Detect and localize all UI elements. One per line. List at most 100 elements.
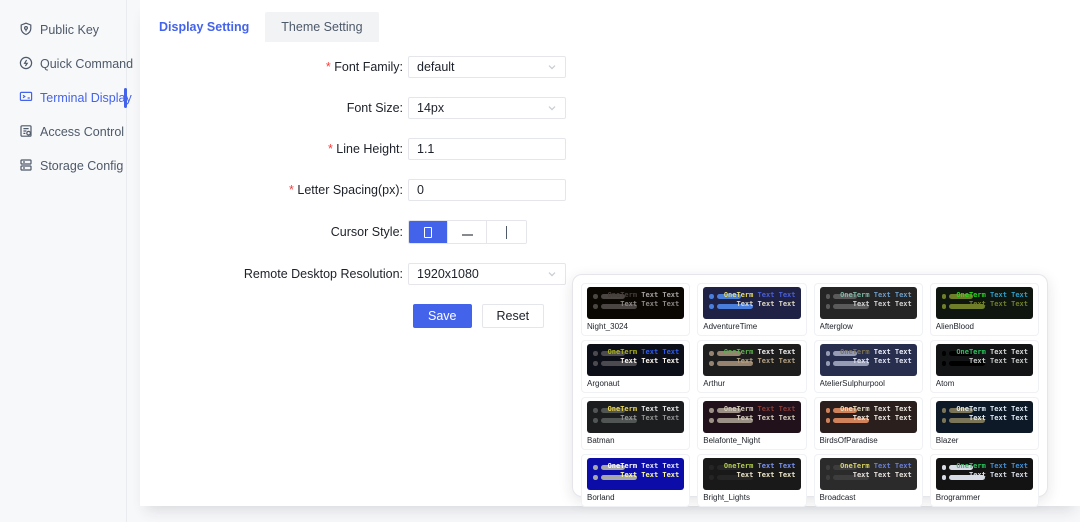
preview-bullet: [942, 294, 947, 299]
save-button[interactable]: Save: [413, 304, 472, 328]
theme-preview: OneTerm Text Text Text Text Text: [820, 287, 917, 319]
letter-spacing-row: Letter Spacing(px):: [140, 179, 1080, 201]
sidebar-item-quick-command[interactable]: Quick Command: [0, 47, 126, 81]
theme-preview: OneTerm Text Text Text Text Text: [587, 344, 684, 376]
preview-bullet: [593, 361, 598, 366]
font-size-select[interactable]: 14px: [408, 97, 566, 119]
preview-text: OneTerm Text Text Text Text Text: [724, 405, 796, 423]
theme-tile[interactable]: OneTerm Text Text Text Text Text Bright_…: [697, 454, 806, 507]
preview-bullet: [826, 304, 831, 309]
preview-bullet: [826, 408, 831, 413]
preview-text: OneTerm Text Text Text Text Text: [608, 291, 680, 309]
preview-text: OneTerm Text Text Text Text Text: [956, 291, 1028, 309]
line-height-input[interactable]: [408, 138, 566, 160]
chevron-down-icon: [547, 62, 557, 72]
line-height-row: Line Height:: [140, 138, 1080, 160]
theme-name: AtelierSulphurpool: [820, 379, 917, 389]
theme-tile[interactable]: OneTerm Text Text Text Text Text Brogram…: [930, 454, 1039, 507]
theme-name: Batman: [587, 436, 684, 446]
preview-bullet: [709, 465, 714, 470]
preview-bullet: [826, 294, 831, 299]
cursor-style-group: [408, 220, 527, 244]
font-family-select[interactable]: default: [408, 56, 566, 78]
preview-text: OneTerm Text Text Text Text Text: [840, 291, 912, 309]
theme-preview: OneTerm Text Text Text Text Text: [703, 458, 800, 490]
resolution-value: 1920x1080: [417, 267, 479, 281]
sidebar-item-label: Quick Command: [40, 57, 133, 71]
cursor-block-option[interactable]: [409, 221, 448, 243]
theme-name: Borland: [587, 493, 684, 503]
theme-tile[interactable]: OneTerm Text Text Text Text Text BirdsOf…: [814, 397, 923, 450]
tab-theme-setting[interactable]: Theme Setting: [265, 12, 378, 42]
bar-cursor-icon: [506, 226, 508, 239]
preview-bullet: [942, 351, 947, 356]
theme-name: Arthur: [703, 379, 800, 389]
preview-bullet: [942, 304, 947, 309]
theme-tile[interactable]: OneTerm Text Text Text Text Text Night_3…: [581, 283, 690, 336]
theme-tile[interactable]: OneTerm Text Text Text Text Text Arthur: [697, 340, 806, 393]
theme-tile[interactable]: OneTerm Text Text Text Text Text Batman: [581, 397, 690, 450]
font-family-label: Font Family:: [140, 60, 408, 74]
cursor-bar-option[interactable]: [487, 221, 526, 243]
theme-name: Argonaut: [587, 379, 684, 389]
theme-name: AdventureTime: [703, 322, 800, 332]
preview-bullet: [826, 418, 831, 423]
theme-preview: OneTerm Text Text Text Text Text: [587, 287, 684, 319]
theme-tile[interactable]: OneTerm Text Text Text Text Text Adventu…: [697, 283, 806, 336]
preview-text: OneTerm Text Text Text Text Text: [608, 348, 680, 366]
theme-name: BirdsOfParadise: [820, 436, 917, 446]
terminal-icon: [19, 90, 33, 107]
font-family-value: default: [417, 60, 455, 74]
sidebar-item-terminal-display[interactable]: Terminal Display: [0, 81, 126, 115]
preview-text: OneTerm Text Text Text Text Text: [724, 348, 796, 366]
theme-preview: OneTerm Text Text Text Text Text: [936, 287, 1033, 319]
reset-button[interactable]: Reset: [482, 304, 545, 328]
theme-tile[interactable]: OneTerm Text Text Text Text Text Belafon…: [697, 397, 806, 450]
preview-bullet: [709, 351, 714, 356]
preview-bullet: [709, 294, 714, 299]
sidebar-item-public-key[interactable]: Public Key: [0, 13, 126, 47]
preview-bullet: [593, 418, 598, 423]
theme-preview: OneTerm Text Text Text Text Text: [703, 287, 800, 319]
theme-preview: OneTerm Text Text Text Text Text: [587, 401, 684, 433]
tab-display-setting[interactable]: Display Setting: [143, 12, 265, 42]
letter-spacing-label: Letter Spacing(px):: [140, 183, 408, 197]
theme-tile[interactable]: OneTerm Text Text Text Text Text Borland: [581, 454, 690, 507]
theme-name: Brogrammer: [936, 493, 1033, 503]
sidebar-item-label: Access Control: [40, 125, 124, 139]
preview-bullet: [593, 351, 598, 356]
sidebar-item-storage-config[interactable]: Storage Config: [0, 149, 126, 183]
theme-tile[interactable]: OneTerm Text Text Text Text Text Broadca…: [814, 454, 923, 507]
access-list-icon: [19, 124, 33, 141]
theme-name: Belafonte_Night: [703, 436, 800, 446]
preview-bullet: [826, 351, 831, 356]
font-family-row: Font Family: default: [140, 56, 1080, 78]
theme-tile[interactable]: OneTerm Text Text Text Text Text Atom: [930, 340, 1039, 393]
theme-tile[interactable]: OneTerm Text Text Text Text Text AlienBl…: [930, 283, 1039, 336]
cursor-underline-option[interactable]: [448, 221, 487, 243]
theme-name: Atom: [936, 379, 1033, 389]
theme-preview: OneTerm Text Text Text Text Text: [703, 344, 800, 376]
theme-preview: OneTerm Text Text Text Text Text: [936, 401, 1033, 433]
theme-name: Broadcast: [820, 493, 917, 503]
preview-bullet: [942, 418, 947, 423]
line-height-label: Line Height:: [140, 142, 408, 156]
preview-text: OneTerm Text Text Text Text Text: [724, 291, 796, 309]
theme-tile[interactable]: OneTerm Text Text Text Text Text Aftergl…: [814, 283, 923, 336]
theme-picker-popup: OneTerm Text Text Text Text Text Night_3…: [572, 274, 1048, 497]
letter-spacing-input[interactable]: [408, 179, 566, 201]
resolution-select[interactable]: 1920x1080: [408, 263, 566, 285]
preview-bullet: [593, 408, 598, 413]
sidebar-item-access-control[interactable]: Access Control: [0, 115, 126, 149]
preview-text: OneTerm Text Text Text Text Text: [724, 462, 796, 480]
theme-tile[interactable]: OneTerm Text Text Text Text Text Blazer: [930, 397, 1039, 450]
preview-text: OneTerm Text Text Text Text Text: [956, 462, 1028, 480]
theme-tile[interactable]: OneTerm Text Text Text Text Text Argonau…: [581, 340, 690, 393]
theme-tile[interactable]: OneTerm Text Text Text Text Text Atelier…: [814, 340, 923, 393]
theme-preview: OneTerm Text Text Text Text Text: [820, 344, 917, 376]
preview-bullet: [709, 408, 714, 413]
sidebar-item-label: Terminal Display: [40, 91, 132, 105]
theme-name: Blazer: [936, 436, 1033, 446]
preview-text: OneTerm Text Text Text Text Text: [956, 405, 1028, 423]
preview-bullet: [593, 294, 598, 299]
